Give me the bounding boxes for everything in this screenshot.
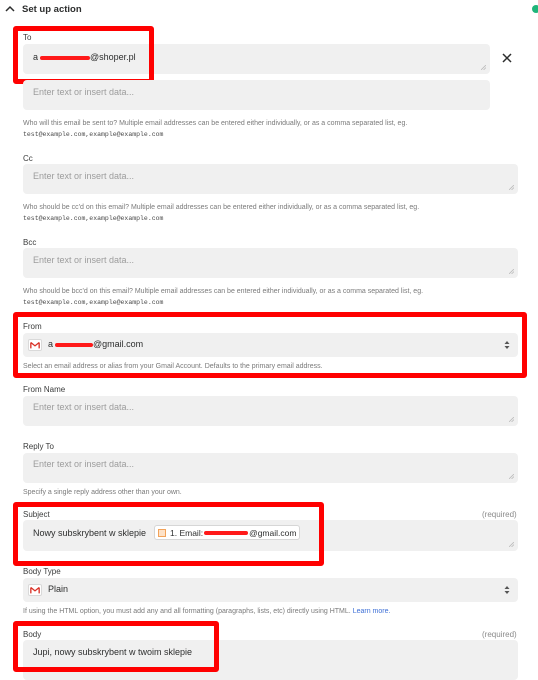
body-type-help: If using the HTML option, you must add a… [23, 607, 523, 617]
bcc-input[interactable]: Enter text or insert data... [23, 248, 518, 278]
from-name-label: From Name [23, 385, 66, 394]
resize-handle-icon[interactable] [509, 417, 514, 422]
section-title: Set up action [22, 4, 82, 15]
reply-to-help-text: Specify a single reply address other tha… [23, 489, 182, 496]
from-value-suffix: @gmail.com [93, 339, 144, 349]
app-icon [158, 528, 166, 537]
cc-example: test@example.com,example@example.com [23, 215, 164, 222]
from-label: From [23, 322, 42, 331]
redaction-mark [40, 56, 90, 60]
from-value-prefix: a [48, 339, 54, 349]
body-type-value: Plain [48, 584, 69, 594]
body-type-select[interactable]: Plain [23, 578, 518, 602]
bcc-example: test@example.com,example@example.com [23, 299, 164, 306]
redaction-mark [204, 530, 249, 535]
body-input[interactable]: Jupi, nowy subskrybent w twoim sklepie [23, 640, 518, 680]
reply-to-label: Reply To [23, 442, 54, 451]
data-pill[interactable]: 1. Email: @gmail.com [154, 525, 301, 540]
learn-more-link[interactable]: Learn more. [353, 608, 391, 615]
body-label: Body [23, 630, 42, 639]
cc-input[interactable]: Enter text or insert data... [23, 164, 518, 194]
cc-placeholder: Enter text or insert data... [33, 171, 135, 181]
close-icon [502, 53, 512, 63]
subject-text: Nowy subskrybent w sklepie [33, 528, 147, 538]
to-placeholder: Enter text or insert data... [33, 87, 135, 97]
redaction-mark [55, 343, 93, 347]
body-text: Jupi, nowy subskrybent w twoim sklepie [33, 647, 193, 657]
remove-to-button[interactable] [496, 47, 518, 69]
from-name-placeholder: Enter text or insert data... [33, 402, 135, 412]
data-pill-label: 1. Email: [170, 527, 204, 538]
resize-handle-icon[interactable] [509, 474, 514, 479]
to-additional-input[interactable]: Enter text or insert data... [23, 80, 490, 110]
to-example: test@example.com,example@example.com [23, 131, 164, 138]
body-required: (required) [482, 630, 517, 639]
from-help-text: Select an email address or alias from yo… [23, 363, 323, 370]
to-label: To [23, 33, 32, 42]
to-help-text: Who will this email be sent to? Multiple… [23, 120, 408, 127]
reply-to-input[interactable]: Enter text or insert data... [23, 453, 518, 483]
select-arrows-icon [504, 341, 510, 349]
reply-to-placeholder: Enter text or insert data... [33, 459, 135, 469]
to-value-suffix: @shoper.pl [90, 52, 136, 62]
gmail-icon [28, 339, 42, 351]
resize-handle-icon[interactable] [509, 185, 514, 190]
body-type-label: Body Type [23, 567, 61, 576]
select-arrows-icon [504, 586, 510, 594]
subject-input[interactable]: Nowy subskrybent w sklepie 1. Email: @gm… [23, 520, 518, 551]
body-type-help-text: If using the HTML option, you must add a… [23, 608, 351, 615]
subject-label: Subject [23, 510, 50, 519]
from-select[interactable]: a @gmail.com [23, 333, 518, 357]
chevron-up-icon[interactable] [4, 4, 16, 14]
bcc-placeholder: Enter text or insert data... [33, 255, 135, 265]
to-field[interactable]: a @shoper.pl [23, 44, 490, 74]
data-pill-suffix: @gmail.com [249, 527, 297, 538]
resize-handle-icon[interactable] [509, 269, 514, 274]
cc-label: Cc [23, 154, 33, 163]
resize-handle-icon[interactable] [509, 542, 514, 547]
cc-help-text: Who should be cc'd on this email? Multip… [23, 204, 420, 211]
from-name-input[interactable]: Enter text or insert data... [23, 396, 518, 426]
bcc-label: Bcc [23, 238, 37, 247]
status-check-icon [532, 5, 538, 13]
gmail-icon [28, 584, 42, 596]
to-value-prefix: a [33, 52, 39, 62]
bcc-help-text: Who should be bcc'd on this email? Multi… [23, 288, 424, 295]
subject-required: (required) [482, 510, 517, 519]
resize-handle-icon[interactable] [481, 65, 486, 70]
